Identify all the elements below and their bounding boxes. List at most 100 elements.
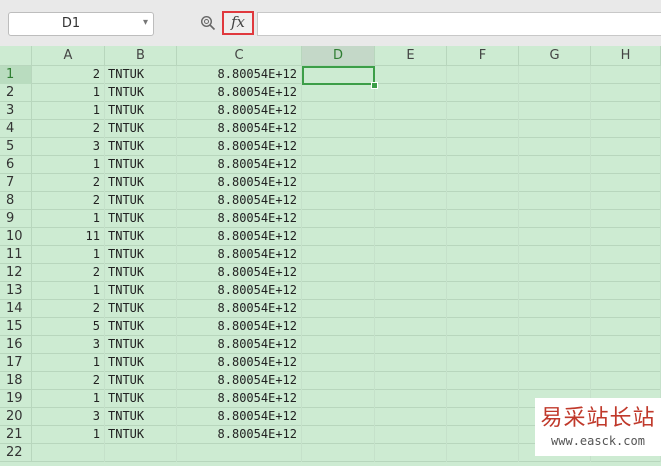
cell-g[interactable] [519,174,591,192]
row-header[interactable]: 14 [0,300,32,318]
cell-e[interactable] [375,246,447,264]
cell-e[interactable] [375,444,447,462]
column-header-a[interactable]: A [32,46,105,65]
cell-c[interactable]: 8.80054E+12 [177,192,302,210]
cell-a[interactable]: 2 [32,120,105,138]
cell-b[interactable]: TNTUK [105,426,177,444]
cell-g[interactable] [519,210,591,228]
cell-h[interactable] [591,210,661,228]
cell-g[interactable] [519,282,591,300]
cell-a[interactable]: 3 [32,408,105,426]
row-header[interactable]: 21 [0,426,32,444]
cell-c[interactable]: 8.80054E+12 [177,102,302,120]
cell-b[interactable]: TNTUK [105,120,177,138]
cell-h[interactable] [591,102,661,120]
cell-c[interactable]: 8.80054E+12 [177,354,302,372]
row-header[interactable]: 18 [0,372,32,390]
cell-c[interactable]: 8.80054E+12 [177,246,302,264]
cell-c[interactable]: 8.80054E+12 [177,66,302,84]
cell-h[interactable] [591,228,661,246]
cell-h[interactable] [591,174,661,192]
cell-a[interactable]: 1 [32,210,105,228]
cell-f[interactable] [447,372,519,390]
cell-h[interactable] [591,282,661,300]
cell-a[interactable]: 1 [32,156,105,174]
cell-d[interactable] [302,246,375,264]
cell-h[interactable] [591,354,661,372]
row-header[interactable]: 11 [0,246,32,264]
cell-f[interactable] [447,174,519,192]
active-cell-selection[interactable] [302,66,375,85]
cell-d[interactable] [302,210,375,228]
column-header-h[interactable]: H [591,46,661,65]
row-header[interactable]: 9 [0,210,32,228]
row-header[interactable]: 1 [0,66,32,84]
cell-c[interactable]: 8.80054E+12 [177,174,302,192]
cell-e[interactable] [375,192,447,210]
cell-a[interactable]: 3 [32,138,105,156]
column-header-b[interactable]: B [105,46,177,65]
row-header[interactable]: 22 [0,444,32,462]
cell-b[interactable]: TNTUK [105,408,177,426]
cell-b[interactable]: TNTUK [105,210,177,228]
cell-h[interactable] [591,120,661,138]
chevron-down-icon[interactable]: ▾ [143,17,148,28]
cell-a[interactable]: 2 [32,264,105,282]
row-header[interactable]: 7 [0,174,32,192]
cell-d[interactable] [302,444,375,462]
select-all-corner[interactable] [0,46,32,65]
cell-h[interactable] [591,192,661,210]
cell-e[interactable] [375,372,447,390]
row-header[interactable]: 16 [0,336,32,354]
cell-c[interactable]: 8.80054E+12 [177,372,302,390]
cell-h[interactable] [591,318,661,336]
cell-f[interactable] [447,192,519,210]
cell-h[interactable] [591,246,661,264]
cell-g[interactable] [519,102,591,120]
cell-f[interactable] [447,444,519,462]
row-header[interactable]: 10 [0,228,32,246]
cell-f[interactable] [447,66,519,84]
zoom-search-icon[interactable] [200,15,216,31]
cell-d[interactable] [302,372,375,390]
cell-g[interactable] [519,120,591,138]
formula-input[interactable] [257,12,661,36]
column-header-e[interactable]: E [375,46,447,65]
cell-b[interactable]: TNTUK [105,156,177,174]
row-header[interactable]: 5 [0,138,32,156]
row-header[interactable]: 17 [0,354,32,372]
cell-f[interactable] [447,210,519,228]
cell-d[interactable] [302,138,375,156]
cell-c[interactable]: 8.80054E+12 [177,156,302,174]
cell-d[interactable] [302,102,375,120]
cell-c[interactable]: 8.80054E+12 [177,318,302,336]
cell-f[interactable] [447,120,519,138]
row-header[interactable]: 20 [0,408,32,426]
cell-f[interactable] [447,282,519,300]
cell-f[interactable] [447,390,519,408]
cell-b[interactable]: TNTUK [105,372,177,390]
cell-c[interactable]: 8.80054E+12 [177,282,302,300]
cell-a[interactable]: 1 [32,84,105,102]
cell-h[interactable] [591,84,661,102]
column-header-c[interactable]: C [177,46,302,65]
cell-g[interactable] [519,354,591,372]
cell-g[interactable] [519,336,591,354]
cell-f[interactable] [447,264,519,282]
cell-g[interactable] [519,300,591,318]
cell-c[interactable]: 8.80054E+12 [177,426,302,444]
cell-d[interactable] [302,228,375,246]
cell-f[interactable] [447,246,519,264]
cell-a[interactable]: 3 [32,336,105,354]
cell-d[interactable] [302,426,375,444]
cell-g[interactable] [519,228,591,246]
cell-d[interactable] [302,192,375,210]
cell-c[interactable]: 8.80054E+12 [177,138,302,156]
cell-f[interactable] [447,228,519,246]
cell-a[interactable]: 1 [32,102,105,120]
column-header-f[interactable]: F [447,46,519,65]
cell-a[interactable]: 1 [32,426,105,444]
insert-function-button[interactable]: fx [222,11,254,35]
cell-b[interactable]: TNTUK [105,138,177,156]
cell-b[interactable] [105,444,177,462]
